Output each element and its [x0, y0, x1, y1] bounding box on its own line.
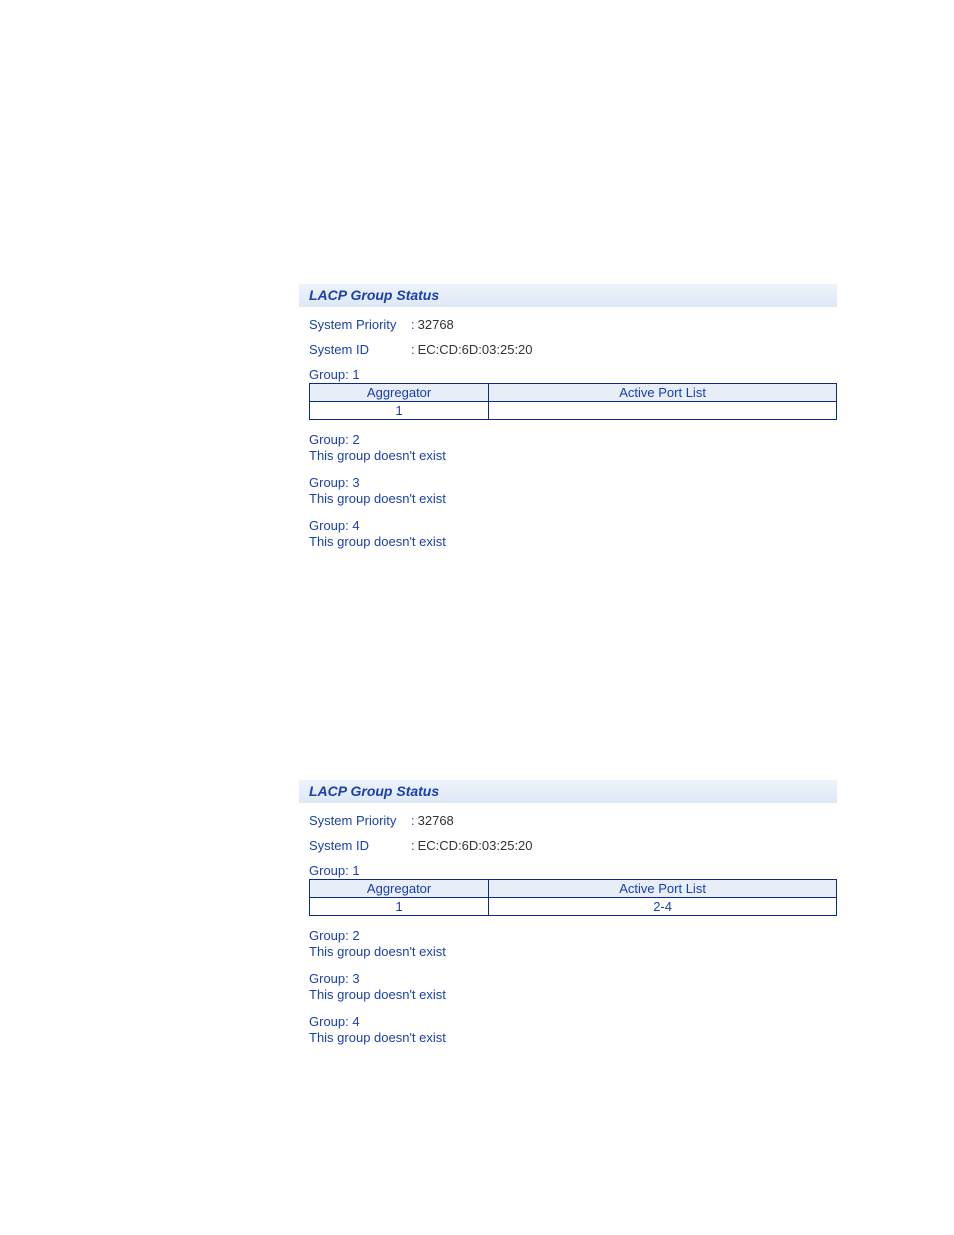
group-3-label: Group: 3	[309, 475, 837, 491]
lacp-panel-2: LACP Group Status System Priority:32768 …	[299, 780, 837, 1046]
cell-aggregator: 1	[310, 402, 489, 420]
group-2-label: Group: 2	[309, 928, 837, 944]
system-id-value: EC:CD:6D:03:25:20	[418, 342, 533, 357]
header-active-port-list: Active Port List	[489, 384, 837, 402]
system-id-label: System ID	[309, 342, 411, 357]
system-id-row: System ID:EC:CD:6D:03:25:20	[299, 838, 837, 853]
group-3-block: Group: 3 This group doesn't exist	[299, 475, 837, 506]
cell-active-port-list	[489, 402, 837, 420]
system-priority-row: System Priority:32768	[299, 813, 837, 828]
separator: :	[411, 342, 415, 357]
header-aggregator: Aggregator	[310, 384, 489, 402]
group-3-block: Group: 3 This group doesn't exist	[299, 971, 837, 1002]
system-priority-label: System Priority	[309, 317, 411, 332]
group-2-label: Group: 2	[309, 432, 837, 448]
group-1-table: Aggregator Active Port List 1	[309, 383, 837, 420]
separator: :	[411, 838, 415, 853]
group-4-msg: This group doesn't exist	[309, 1030, 837, 1046]
group-4-block: Group: 4 This group doesn't exist	[299, 518, 837, 549]
group-3-msg: This group doesn't exist	[309, 491, 837, 507]
group-4-label: Group: 4	[309, 1014, 837, 1030]
group-1-label: Group: 1	[299, 863, 837, 878]
table-row: 1	[310, 402, 837, 420]
separator: :	[411, 813, 415, 828]
group-2-msg: This group doesn't exist	[309, 448, 837, 464]
system-id-row: System ID:EC:CD:6D:03:25:20	[299, 342, 837, 357]
group-3-msg: This group doesn't exist	[309, 987, 837, 1003]
table-row: 1 2-4	[310, 898, 837, 916]
group-2-block: Group: 2 This group doesn't exist	[299, 432, 837, 463]
cell-aggregator: 1	[310, 898, 489, 916]
panel-title: LACP Group Status	[299, 284, 837, 307]
group-2-block: Group: 2 This group doesn't exist	[299, 928, 837, 959]
group-4-block: Group: 4 This group doesn't exist	[299, 1014, 837, 1045]
table-header-row: Aggregator Active Port List	[310, 384, 837, 402]
header-active-port-list: Active Port List	[489, 880, 837, 898]
lacp-panel-1: LACP Group Status System Priority:32768 …	[299, 284, 837, 550]
system-priority-value: 32768	[418, 317, 454, 332]
panel-title: LACP Group Status	[299, 780, 837, 803]
system-id-value: EC:CD:6D:03:25:20	[418, 838, 533, 853]
table-header-row: Aggregator Active Port List	[310, 880, 837, 898]
system-priority-label: System Priority	[309, 813, 411, 828]
group-4-label: Group: 4	[309, 518, 837, 534]
group-2-msg: This group doesn't exist	[309, 944, 837, 960]
separator: :	[411, 317, 415, 332]
group-1-label: Group: 1	[299, 367, 837, 382]
system-id-label: System ID	[309, 838, 411, 853]
group-4-msg: This group doesn't exist	[309, 534, 837, 550]
page: LACP Group Status System Priority:32768 …	[0, 0, 954, 1235]
header-aggregator: Aggregator	[310, 880, 489, 898]
group-3-label: Group: 3	[309, 971, 837, 987]
system-priority-row: System Priority:32768	[299, 317, 837, 332]
group-1-table: Aggregator Active Port List 1 2-4	[309, 879, 837, 916]
cell-active-port-list: 2-4	[489, 898, 837, 916]
system-priority-value: 32768	[418, 813, 454, 828]
